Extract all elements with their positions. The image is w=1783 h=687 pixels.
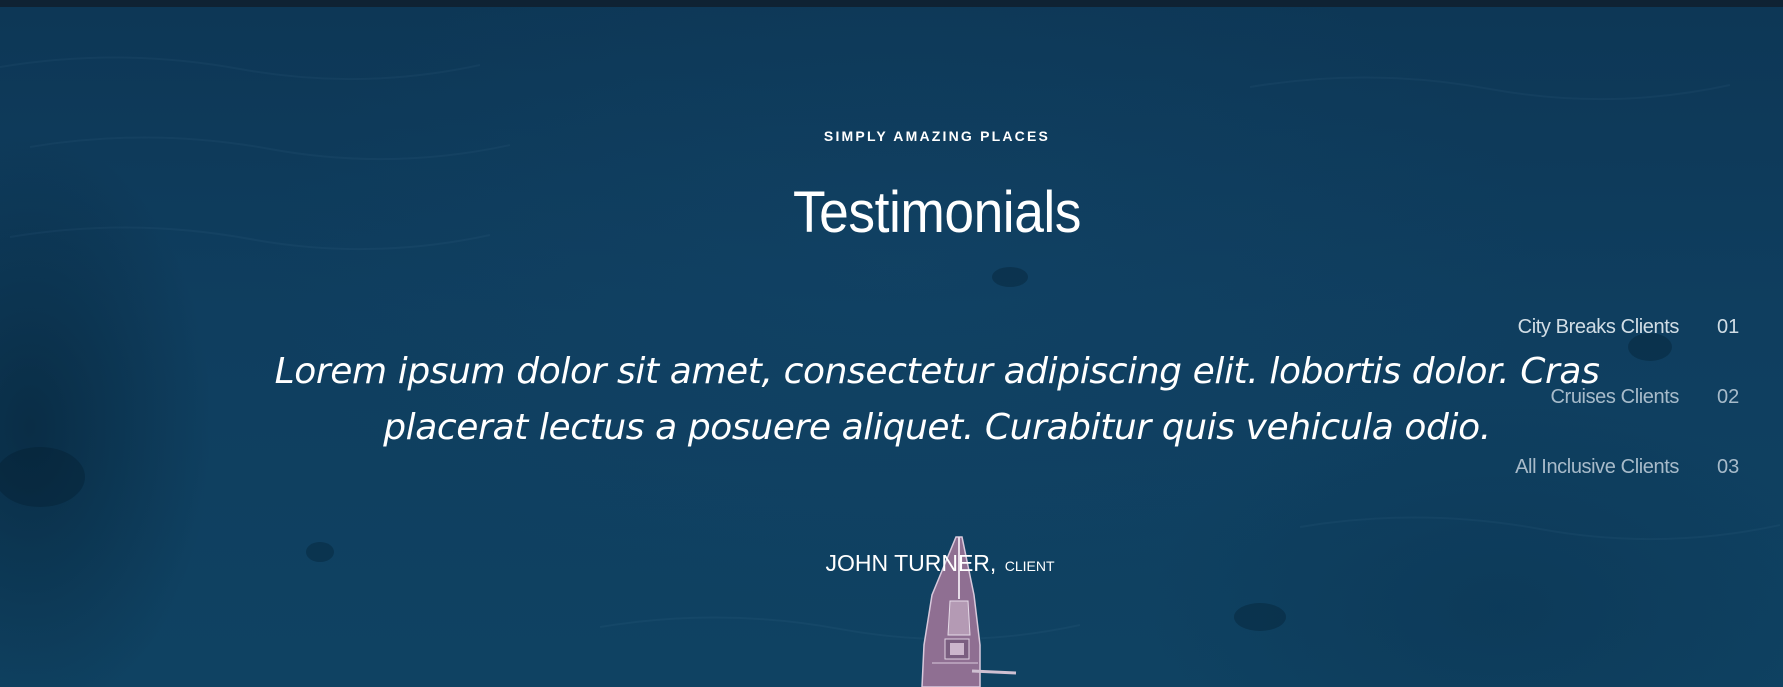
tab-number: 02 <box>1717 385 1740 408</box>
author-role: CLIENT <box>1004 558 1055 574</box>
section-kicker: SIMPLY AMAZING PLACES <box>823 128 1051 144</box>
section-title: Testimonials <box>792 180 1082 245</box>
tab-number: 01 <box>1717 315 1740 338</box>
tab-label: All Inclusive Clients <box>1515 455 1679 478</box>
testimonial-author: JOHN TURNER, CLIENT <box>0 548 1783 581</box>
tab-label: City Breaks Clients <box>1517 315 1680 338</box>
tab-number: 03 <box>1717 455 1740 478</box>
testimonial-quote: Lorem ipsum dolor sit amet, consectetur … <box>274 351 1600 448</box>
author-name: JOHN TURNER, <box>825 550 997 576</box>
top-bar <box>0 0 1783 7</box>
